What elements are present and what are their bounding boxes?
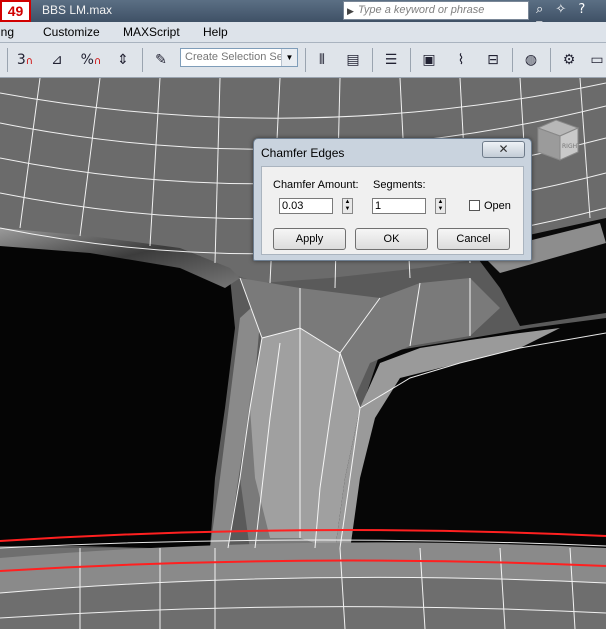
segments-input[interactable]: 1 xyxy=(372,198,426,214)
chevron-down-icon[interactable]: ▼ xyxy=(281,49,297,66)
align-icon[interactable]: ▤ xyxy=(340,47,366,73)
mirror-icon[interactable]: ⫴ xyxy=(309,47,335,73)
window-title: BBS LM.max xyxy=(42,3,113,17)
toolbar-separator xyxy=(512,48,513,72)
menu-bar: ring Customize MAXScript Help xyxy=(0,22,606,43)
percent-snap-label: % xyxy=(80,52,94,68)
chamfer-amount-spinner[interactable]: ▲ ▼ xyxy=(342,198,353,214)
main-toolbar: 3∩ ⊿ %∩ ⇕ ✎ ⫴ ▤ ☰ ▣ ⌇ ⊟ ◍ ⚙ ▭ xyxy=(0,43,606,78)
step-badge: 49 xyxy=(0,0,31,22)
ok-button[interactable]: OK xyxy=(355,228,428,250)
selection-set-dropdown[interactable]: Create Selection Se ▼ xyxy=(180,48,298,67)
menu-rendering[interactable]: ring xyxy=(0,25,14,39)
chamfer-amount-input[interactable]: 0.03 xyxy=(279,198,333,214)
viewcube-label: RIGHT xyxy=(562,143,581,150)
schematic-view-icon[interactable]: ⊟ xyxy=(480,47,506,73)
angle-snap-icon[interactable]: ⊿ xyxy=(44,47,70,73)
selection-set-value: Create Selection Se xyxy=(185,51,283,63)
snap-3d-label: 3 xyxy=(16,52,26,68)
search-arrow-icon[interactable]: ▶ xyxy=(347,6,354,17)
close-icon[interactable]: ✕ xyxy=(482,141,525,158)
search-input[interactable]: ▶ Type a keyword or phrase xyxy=(343,1,529,20)
toolbar-separator xyxy=(550,48,551,72)
dialog-body: Chamfer Amount: 0.03 ▲ ▼ Segments: 1 ▲ ▼ O… xyxy=(261,166,524,255)
chamfer-edges-dialog: Chamfer Edges ✕ Chamfer Amount: 0.03 ▲ ▼ … xyxy=(253,138,532,261)
open-checkbox[interactable] xyxy=(469,200,480,211)
menu-help[interactable]: Help xyxy=(203,25,228,39)
percent-snap-icon[interactable]: %∩ xyxy=(78,47,104,73)
toolbar-separator xyxy=(410,48,411,72)
menu-customize[interactable]: Customize xyxy=(43,25,100,39)
toolbar-separator xyxy=(305,48,306,72)
menu-maxscript[interactable]: MAXScript xyxy=(123,25,180,39)
title-bar: 49 BBS LM.max ▶ Type a keyword or phrase… xyxy=(0,0,606,32)
curve-editor-icon[interactable]: ⌇ xyxy=(448,47,474,73)
search-placeholder: Type a keyword or phrase xyxy=(358,4,485,16)
cancel-button[interactable]: Cancel xyxy=(437,228,510,250)
toolbar-separator xyxy=(142,48,143,72)
graphite-tools-icon[interactable]: ▣ xyxy=(416,47,442,73)
open-label: Open xyxy=(484,200,511,212)
toolbar-separator xyxy=(7,48,8,72)
edit-named-selection-icon[interactable]: ✎ xyxy=(148,47,174,73)
render-frame-icon[interactable]: ▭ xyxy=(584,47,606,73)
render-setup-icon[interactable]: ⚙ xyxy=(556,47,582,73)
chamfer-amount-label: Chamfer Amount: xyxy=(273,179,359,191)
spinner-snap-icon[interactable]: ⇕ xyxy=(110,47,136,73)
apply-button[interactable]: Apply xyxy=(273,228,346,250)
dialog-title: Chamfer Edges xyxy=(261,146,345,160)
material-editor-icon[interactable]: ◍ xyxy=(518,47,544,73)
toolbar-separator xyxy=(372,48,373,72)
layer-manager-icon[interactable]: ☰ xyxy=(378,47,404,73)
snap-3d-icon[interactable]: 3∩ xyxy=(12,47,38,73)
segments-label: Segments: xyxy=(373,179,426,191)
segments-spinner[interactable]: ▲ ▼ xyxy=(435,198,446,214)
